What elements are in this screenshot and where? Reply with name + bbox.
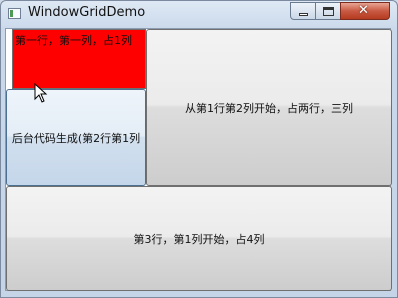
cell-r1-c0-label: 后台代码生成(第2行第1列 [11, 131, 141, 145]
window-title: WindowGridDemo [28, 5, 146, 20]
cell-r2-c0-label: 第3行，第1列开始，占4列 [133, 232, 265, 246]
close-button[interactable] [340, 2, 390, 20]
main-window: WindowGridDemo 第一行，第一列，占1列 后台代码生成(第2行第1列… [0, 0, 398, 298]
app-window-icon[interactable] [8, 8, 21, 19]
grid-client-area: 第一行，第一列，占1列 后台代码生成(第2行第1列 从第1行第2列开始，占两行，… [5, 28, 392, 291]
title-bar[interactable]: WindowGridDemo [1, 1, 397, 27]
minimize-button[interactable] [290, 2, 316, 20]
red-cell-row0-col0: 第一行，第一列，占1列 [12, 29, 146, 89]
mouse-pointer-icon [34, 83, 48, 103]
button-row0-col1-span[interactable]: 从第1行第2列开始，占两行，三列 [146, 29, 392, 186]
maximize-button[interactable] [315, 2, 341, 20]
cell-r0-c1-label: 从第1行第2列开始，占两行，三列 [185, 101, 353, 115]
cell-r0-c0-label: 第一行，第一列，占1列 [15, 34, 132, 47]
button-row1-col0[interactable]: 后台代码生成(第2行第1列 [6, 89, 146, 186]
button-row2-col0-span[interactable]: 第3行，第1列开始，占4列 [6, 186, 392, 291]
